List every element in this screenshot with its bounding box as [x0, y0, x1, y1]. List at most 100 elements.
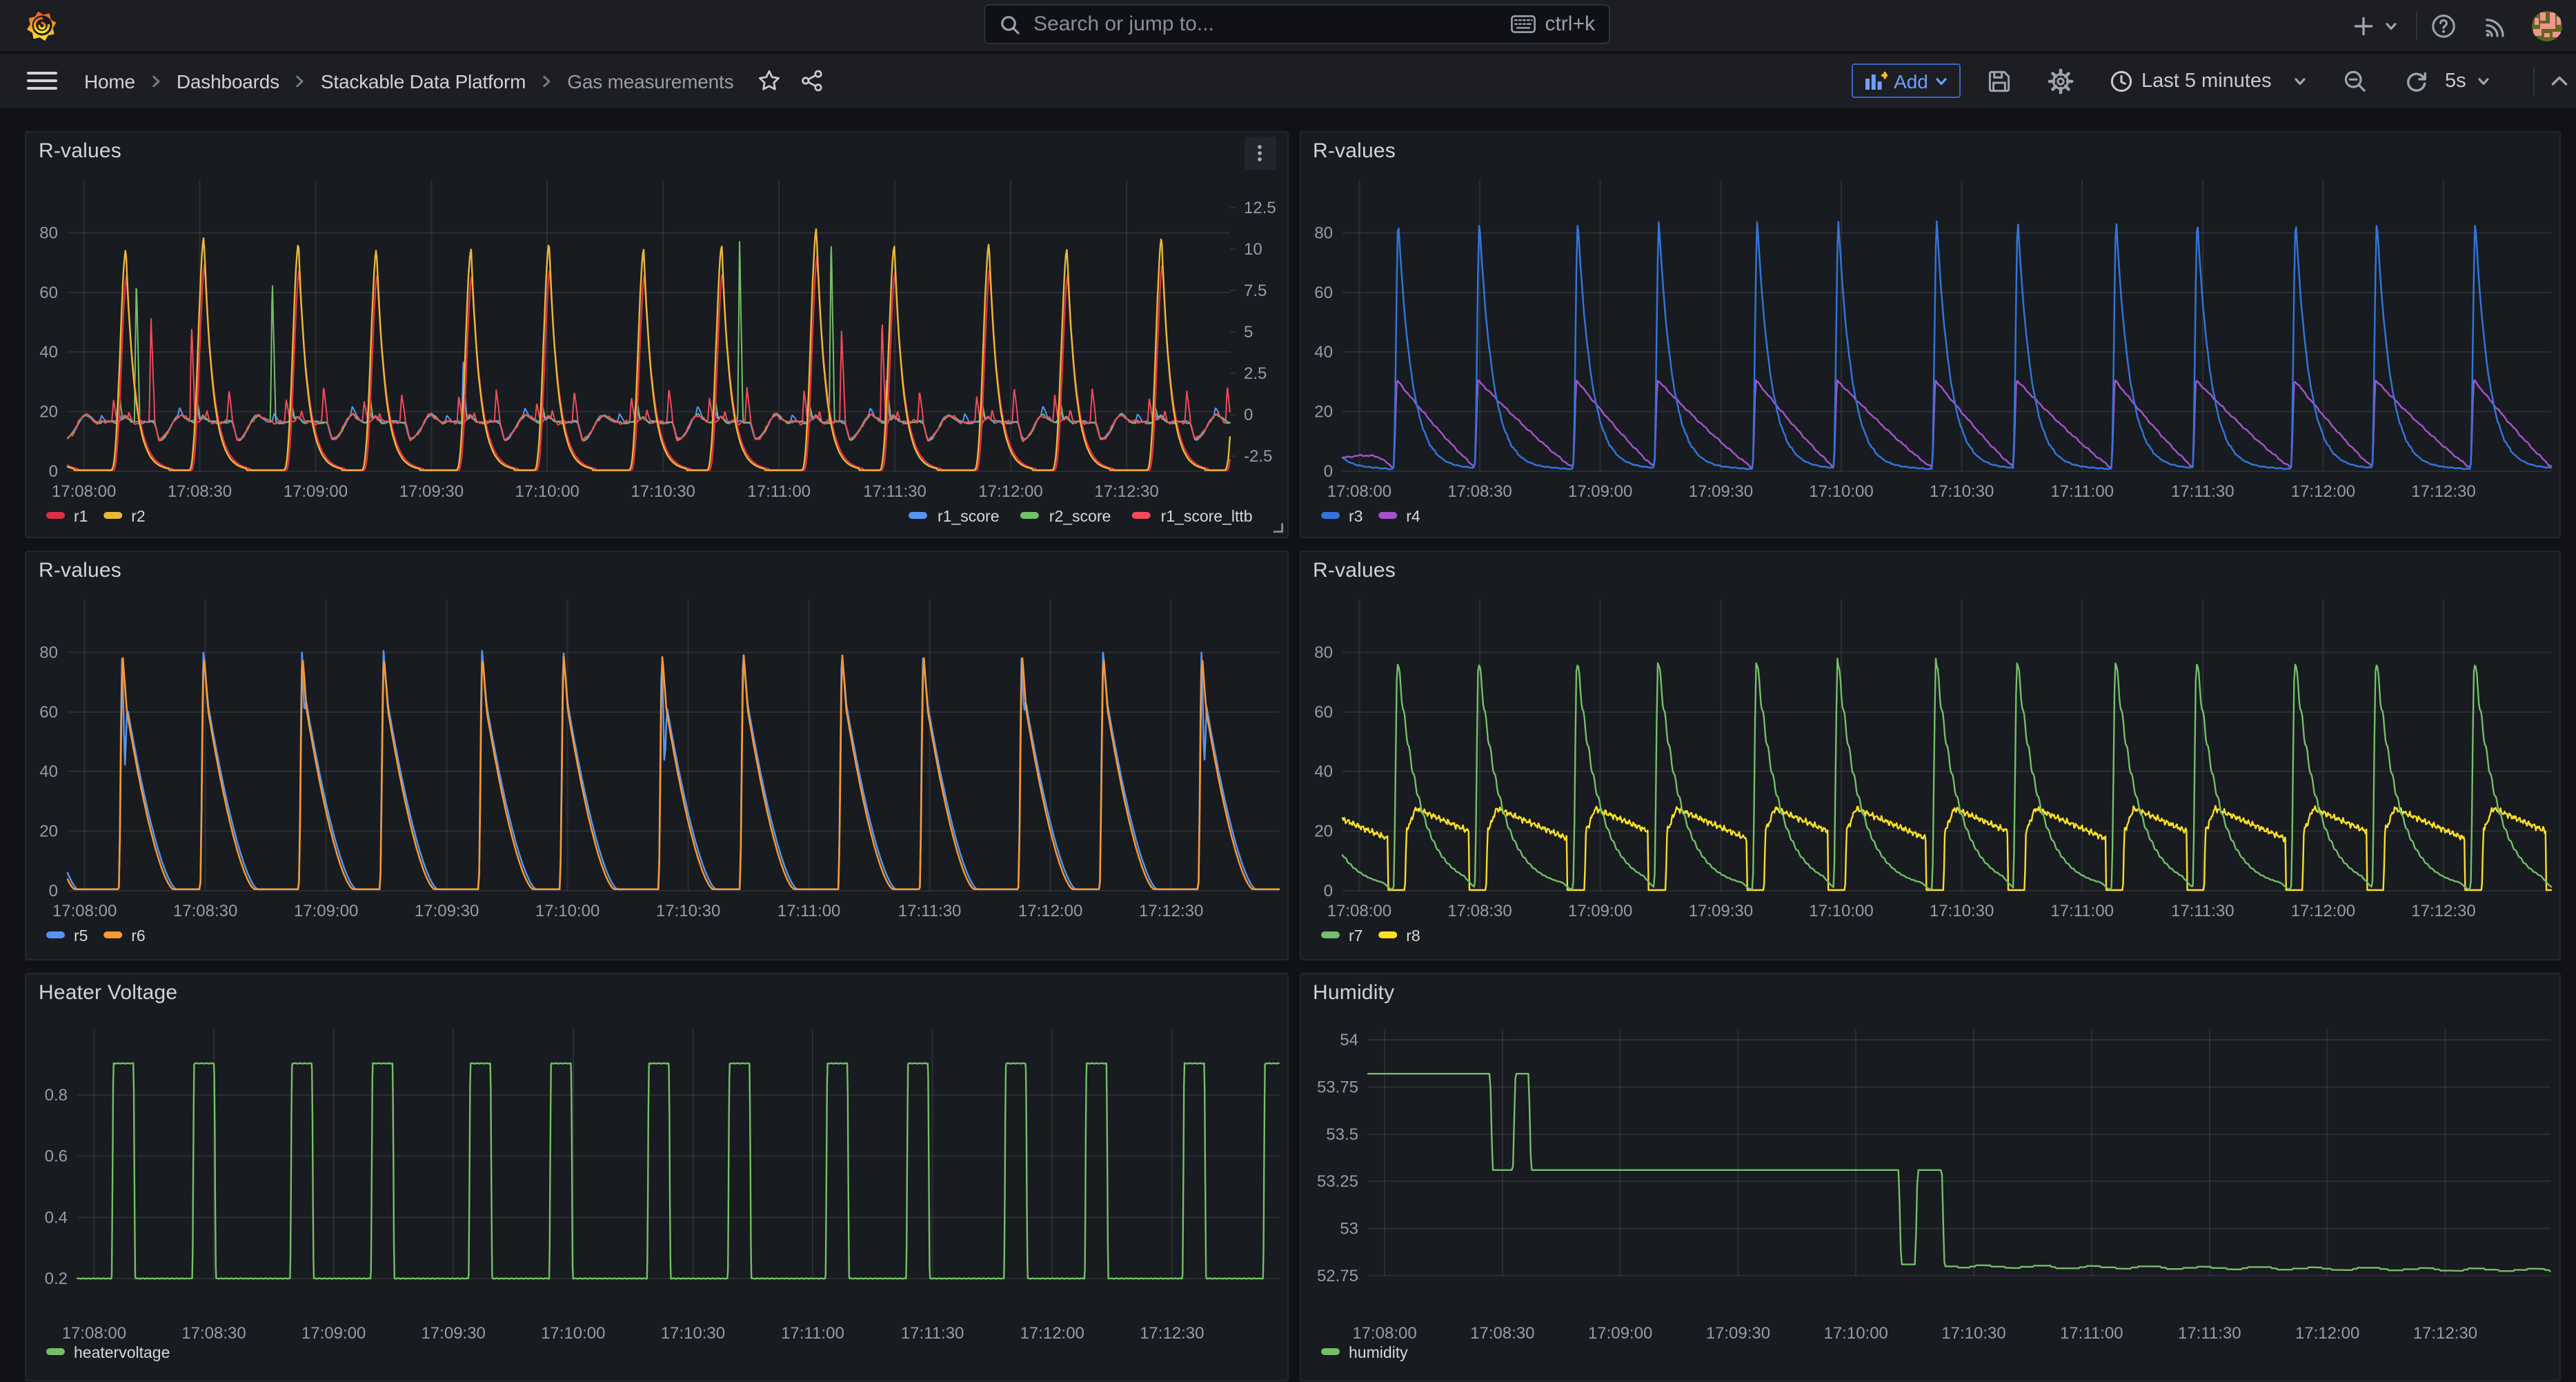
- svg-text:0.2: 0.2: [45, 1269, 68, 1287]
- svg-text:17:10:00: 17:10:00: [535, 901, 600, 920]
- svg-text:17:10:00: 17:10:00: [515, 482, 579, 500]
- svg-text:0.4: 0.4: [45, 1207, 68, 1226]
- svg-text:53.25: 53.25: [1316, 1172, 1358, 1190]
- svg-text:40: 40: [39, 342, 58, 361]
- svg-text:20: 20: [1314, 402, 1332, 421]
- svg-text:17:09:00: 17:09:00: [294, 901, 358, 920]
- svg-text:20: 20: [39, 402, 58, 421]
- svg-text:17:12:00: 17:12:00: [2290, 901, 2355, 920]
- svg-text:17:10:30: 17:10:30: [1941, 1323, 2005, 1342]
- svg-text:17:12:00: 17:12:00: [978, 482, 1042, 500]
- svg-text:r3: r3: [1348, 506, 1362, 524]
- svg-text:17:10:00: 17:10:00: [1808, 901, 1872, 920]
- svg-text:17:08:30: 17:08:30: [168, 482, 232, 500]
- svg-text:17:12:30: 17:12:30: [2412, 1323, 2477, 1342]
- svg-text:17:08:00: 17:08:00: [1327, 482, 1391, 500]
- svg-text:5: 5: [1244, 322, 1253, 341]
- svg-text:80: 80: [1314, 223, 1332, 241]
- svg-text:17:12:30: 17:12:30: [1139, 901, 1203, 920]
- svg-text:17:09:00: 17:09:00: [284, 482, 348, 500]
- svg-text:0.6: 0.6: [45, 1147, 68, 1165]
- svg-text:17:11:30: 17:11:30: [863, 482, 927, 500]
- svg-text:17:11:00: 17:11:00: [777, 901, 841, 920]
- svg-text:17:12:00: 17:12:00: [1020, 1323, 1084, 1342]
- svg-text:60: 60: [1314, 283, 1332, 302]
- svg-text:17:11:00: 17:11:00: [747, 482, 811, 500]
- svg-text:54: 54: [1339, 1030, 1358, 1049]
- svg-text:17:09:30: 17:09:30: [1688, 482, 1752, 500]
- svg-text:17:10:30: 17:10:30: [656, 901, 720, 920]
- svg-text:17:09:30: 17:09:30: [399, 482, 464, 500]
- svg-text:7.5: 7.5: [1244, 281, 1267, 299]
- svg-text:17:10:30: 17:10:30: [1929, 482, 1993, 500]
- svg-text:17:11:00: 17:11:00: [2059, 1323, 2123, 1342]
- svg-text:53: 53: [1339, 1219, 1358, 1238]
- svg-text:17:12:00: 17:12:00: [1018, 901, 1082, 920]
- svg-text:0: 0: [49, 881, 58, 900]
- svg-text:17:11:00: 17:11:00: [2050, 901, 2113, 920]
- svg-text:r2_score: r2_score: [1049, 506, 1111, 524]
- svg-text:17:08:00: 17:08:00: [1351, 1323, 1416, 1342]
- svg-text:17:12:30: 17:12:30: [2410, 901, 2475, 920]
- svg-text:40: 40: [1314, 762, 1332, 780]
- svg-text:20: 20: [39, 822, 58, 840]
- svg-text:17:10:00: 17:10:00: [1823, 1323, 1887, 1342]
- svg-text:80: 80: [39, 223, 58, 241]
- svg-text:17:12:30: 17:12:30: [2410, 482, 2475, 500]
- svg-text:52.75: 52.75: [1316, 1266, 1358, 1285]
- svg-text:53.75: 53.75: [1316, 1077, 1358, 1096]
- svg-text:80: 80: [39, 642, 58, 661]
- svg-text:r2: r2: [131, 506, 145, 524]
- svg-text:17:08:00: 17:08:00: [52, 901, 117, 920]
- svg-text:80: 80: [1314, 642, 1332, 661]
- svg-text:17:09:00: 17:09:00: [1587, 1323, 1652, 1342]
- svg-text:17:12:30: 17:12:30: [1140, 1323, 1204, 1342]
- svg-text:17:12:00: 17:12:00: [2295, 1323, 2359, 1342]
- svg-text:r7: r7: [1348, 926, 1362, 944]
- svg-text:0: 0: [1323, 462, 1332, 480]
- svg-text:40: 40: [39, 762, 58, 780]
- svg-text:60: 60: [39, 283, 58, 302]
- svg-text:17:12:30: 17:12:30: [1094, 482, 1158, 500]
- svg-text:17:10:00: 17:10:00: [541, 1323, 605, 1342]
- svg-text:17:09:30: 17:09:30: [415, 901, 479, 920]
- svg-text:17:11:30: 17:11:30: [2177, 1323, 2241, 1342]
- svg-text:17:11:30: 17:11:30: [901, 1323, 964, 1342]
- svg-text:17:08:00: 17:08:00: [52, 482, 116, 500]
- svg-text:17:10:00: 17:10:00: [1808, 482, 1872, 500]
- svg-text:17:11:30: 17:11:30: [2170, 901, 2234, 920]
- svg-text:17:08:30: 17:08:30: [181, 1323, 246, 1342]
- svg-text:17:11:00: 17:11:00: [2050, 482, 2113, 500]
- svg-text:r5: r5: [74, 926, 88, 944]
- svg-text:53.5: 53.5: [1325, 1125, 1358, 1143]
- svg-text:r4: r4: [1405, 506, 1420, 524]
- svg-text:17:10:30: 17:10:30: [1929, 901, 1993, 920]
- svg-text:0: 0: [49, 462, 58, 480]
- svg-text:17:09:30: 17:09:30: [1688, 901, 1752, 920]
- svg-text:r8: r8: [1405, 926, 1419, 944]
- svg-text:17:09:00: 17:09:00: [1567, 901, 1632, 920]
- svg-text:-2.5: -2.5: [1244, 446, 1272, 465]
- svg-text:17:08:30: 17:08:30: [173, 901, 237, 920]
- svg-text:17:09:00: 17:09:00: [301, 1323, 366, 1342]
- svg-text:heatervoltage: heatervoltage: [74, 1343, 170, 1361]
- svg-text:0.8: 0.8: [45, 1085, 68, 1104]
- svg-text:0: 0: [1244, 405, 1253, 424]
- svg-text:17:12:00: 17:12:00: [2290, 482, 2355, 500]
- svg-text:40: 40: [1314, 342, 1332, 361]
- svg-text:r1_score_lttb: r1_score_lttb: [1161, 506, 1253, 524]
- svg-text:60: 60: [39, 702, 58, 721]
- svg-text:60: 60: [1314, 702, 1332, 721]
- svg-text:r1_score: r1_score: [938, 506, 999, 524]
- svg-text:17:09:30: 17:09:30: [1705, 1323, 1770, 1342]
- svg-text:17:08:30: 17:08:30: [1447, 482, 1511, 500]
- svg-text:17:09:30: 17:09:30: [421, 1323, 485, 1342]
- svg-text:0: 0: [1323, 881, 1332, 900]
- svg-text:17:11:30: 17:11:30: [898, 901, 962, 920]
- svg-text:humidity: humidity: [1348, 1343, 1407, 1361]
- svg-text:17:08:00: 17:08:00: [62, 1323, 126, 1342]
- svg-text:12.5: 12.5: [1244, 198, 1276, 217]
- svg-text:17:10:30: 17:10:30: [631, 482, 695, 500]
- svg-text:2.5: 2.5: [1244, 364, 1267, 382]
- svg-text:17:11:30: 17:11:30: [2170, 482, 2234, 500]
